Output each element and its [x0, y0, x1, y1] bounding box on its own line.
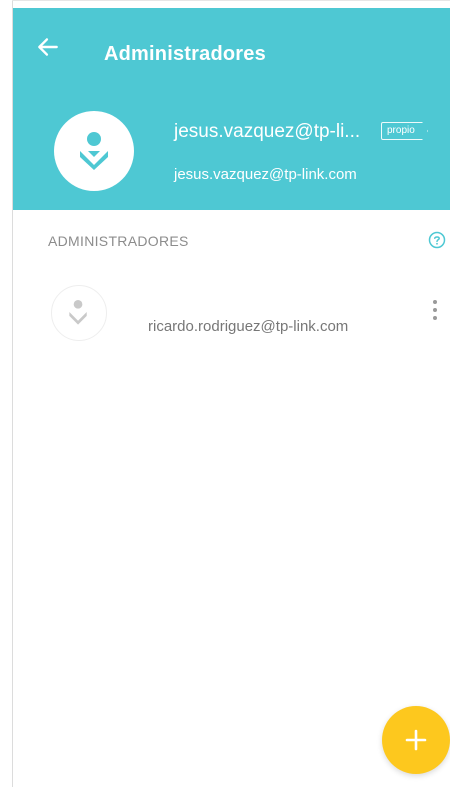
frame-border-top [12, 0, 450, 1]
owner-email: jesus.vazquez@tp-link.com [174, 166, 357, 183]
header: Administradores jesus.vazquez@tp-li... p… [13, 8, 450, 210]
add-admin-button[interactable] [382, 706, 450, 774]
more-vertical-icon[interactable] [430, 298, 440, 322]
section-title: ADMINISTRADORES [48, 233, 189, 249]
admin-avatar [51, 285, 107, 341]
user-icon [69, 299, 87, 325]
plus-icon [405, 729, 427, 751]
owner-badge: propio [381, 122, 428, 140]
back-arrow-icon[interactable] [35, 34, 61, 60]
owner-avatar [54, 111, 134, 191]
page-title: Administradores [104, 43, 266, 65]
user-icon [80, 132, 108, 170]
admin-email: ricardo.rodriguez@tp-link.com [148, 318, 349, 335]
owner-name: jesus.vazquez@tp-li... [174, 121, 361, 142]
help-circle-icon[interactable] [428, 231, 446, 249]
